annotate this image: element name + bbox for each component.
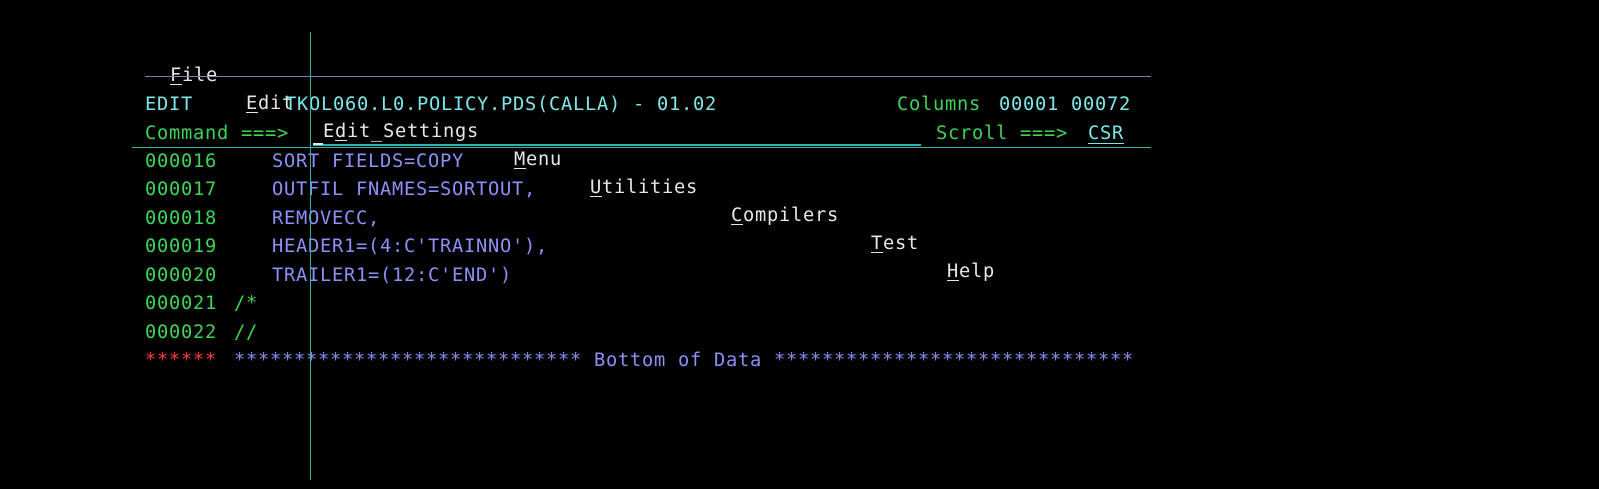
scroll-amount-field[interactable]: CSR <box>1088 120 1124 148</box>
bottom-marker-stars: ****** <box>145 350 218 371</box>
menu-help-rest: elp <box>959 261 996 282</box>
dataset-title: TKOL060.L0.POLICY.PDS(CALLA) - 01.02 <box>285 94 718 115</box>
scroll-label: Scroll ===> <box>936 123 1069 144</box>
menu-bar: File Edit Edit_Settings Menu Utilities C… <box>170 34 994 282</box>
menu-separator <box>145 76 1151 77</box>
source-line[interactable]: SORT FIELDS=COPY <box>272 148 464 176</box>
menu-menu-mnemonic: M <box>514 149 527 170</box>
source-line[interactable]: /* <box>234 290 258 318</box>
source-line[interactable]: REMOVECC, <box>272 205 380 233</box>
ispf-edit-screen: File Edit Edit_Settings Menu Utilities C… <box>0 0 1599 489</box>
menu-utilities-mnemonic: U <box>590 177 603 198</box>
bottom-of-data: ***************************** Bottom of … <box>234 350 1135 371</box>
menu-test-mnemonic: T <box>871 233 884 254</box>
menu-menu[interactable]: Menu <box>514 146 562 174</box>
command-input[interactable] <box>313 120 921 146</box>
cursor-column-guide <box>310 32 311 480</box>
line-number[interactable]: 000019 <box>145 233 217 261</box>
menu-help[interactable]: Help <box>947 258 995 286</box>
line-number[interactable]: 000016 <box>145 148 217 176</box>
menu-test[interactable]: Test <box>871 230 919 258</box>
source-line[interactable]: TRAILER1=(12:C'END') <box>272 262 512 290</box>
source-line[interactable]: OUTFIL FNAMES=SORTOUT, <box>272 176 536 204</box>
menu-utilities-rest: tilities <box>602 177 699 198</box>
source-line[interactable]: HEADER1=(4:C'TRAINNO'), <box>272 233 548 261</box>
menu-compilers[interactable]: Compilers <box>731 202 839 230</box>
source-line[interactable]: // <box>234 319 258 347</box>
line-number[interactable]: 000022 <box>145 319 217 347</box>
menu-edit-mnemonic: E <box>246 93 259 114</box>
columns-values: 00001 00072 <box>999 94 1132 115</box>
command-label: Command ===> <box>145 123 290 144</box>
text-cursor <box>313 143 323 145</box>
edit-mode-label: EDIT <box>145 94 194 115</box>
line-number[interactable]: 000017 <box>145 176 217 204</box>
line-number[interactable]: 000018 <box>145 205 217 233</box>
line-number[interactable]: 000021 <box>145 290 217 318</box>
menu-compilers-mnemonic: C <box>731 205 744 226</box>
menu-menu-rest: enu <box>526 149 563 170</box>
menu-utilities[interactable]: Utilities <box>590 174 698 202</box>
columns-label: Columns <box>897 94 982 115</box>
menu-test-rest: est <box>883 233 920 254</box>
menu-help-mnemonic: H <box>947 261 960 282</box>
line-number[interactable]: 000020 <box>145 262 217 290</box>
menu-compilers-rest: ompilers <box>743 205 840 226</box>
